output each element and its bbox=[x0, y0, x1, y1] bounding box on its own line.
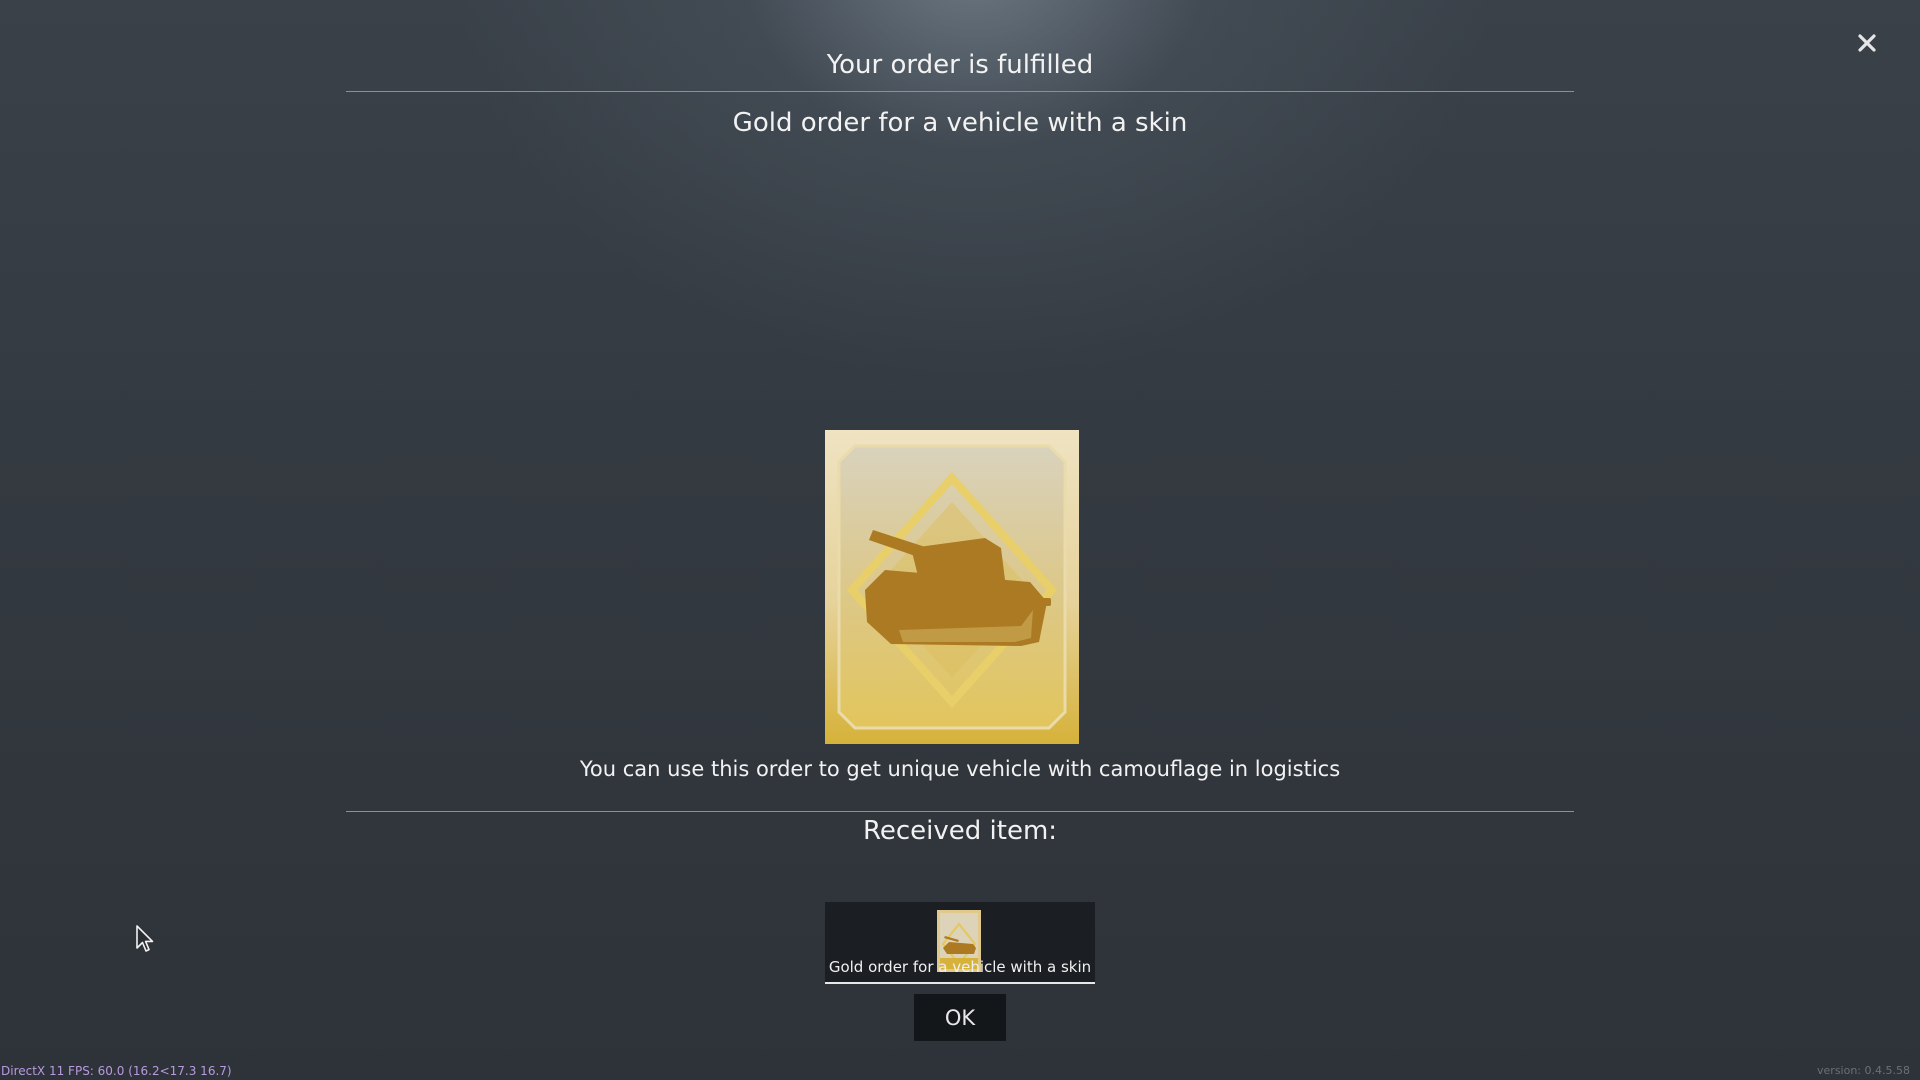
gold-order-card bbox=[825, 430, 1079, 744]
received-divider bbox=[346, 811, 1574, 812]
received-item-label: Gold order for a vehicle with a skin bbox=[828, 958, 1092, 976]
gold-order-tank-icon bbox=[825, 430, 1079, 744]
mouse-cursor-icon bbox=[135, 924, 155, 954]
title-divider bbox=[346, 91, 1574, 92]
version-label: version: 0.4.5.58 bbox=[1817, 1064, 1910, 1077]
order-description: You can use this order to get unique veh… bbox=[579, 757, 1341, 781]
ok-button[interactable]: OK bbox=[914, 994, 1006, 1041]
dialog-title: Your order is fulfilled bbox=[826, 50, 1094, 80]
received-item-slot[interactable]: Gold order for a vehicle with a skin bbox=[825, 902, 1095, 984]
fps-counter: DirectX 11 FPS: 60.0 (16.2<17.3 16.7) bbox=[1, 1064, 232, 1078]
order-name: Gold order for a vehicle with a skin bbox=[732, 108, 1188, 138]
received-item-heading: Received item: bbox=[862, 816, 1058, 846]
